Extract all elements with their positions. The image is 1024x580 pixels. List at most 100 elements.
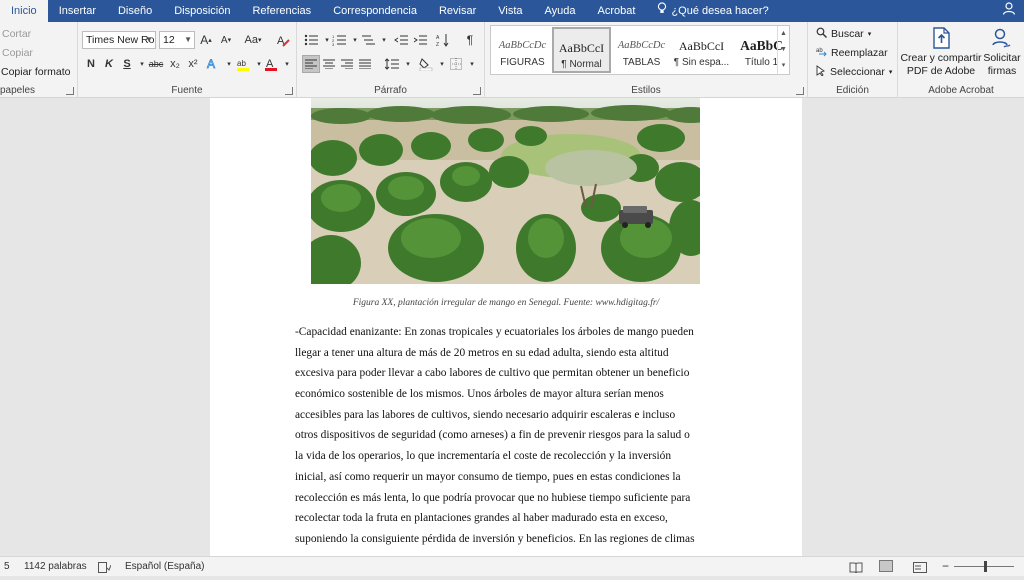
zoom-slider-thumb[interactable] bbox=[984, 561, 987, 572]
clear-formatting-icon[interactable]: A bbox=[274, 31, 292, 49]
ribbon-tab-bar: Inicio Insertar Diseño Disposición Refer… bbox=[0, 0, 1024, 22]
paragraph-line: suponiendo la consiguiente pérdida de in… bbox=[295, 532, 695, 545]
tab-ayuda[interactable]: Ayuda bbox=[534, 0, 587, 22]
grow-font-button[interactable]: A ▴ bbox=[197, 31, 215, 49]
select-label: Seleccionar bbox=[830, 66, 885, 78]
paragraph-line: recolección es más lenta, lo que podría … bbox=[295, 491, 691, 504]
style-figuras[interactable]: AaBbCcDc FIGURAS bbox=[493, 27, 552, 73]
tab-referencias[interactable]: Referencias bbox=[241, 0, 322, 22]
borders-dropdown[interactable]: ▾ bbox=[463, 55, 481, 73]
styles-gallery: AaBbCcDc FIGURAS AaBbCcI ¶ Normal AaBbCc… bbox=[490, 25, 790, 75]
styles-dialog-launcher[interactable] bbox=[796, 87, 804, 95]
paragraph-dialog-launcher[interactable] bbox=[473, 87, 481, 95]
acrobat-group: Crear y compartir PDF de Adobe Solicitar… bbox=[898, 22, 1024, 98]
more-styles-icon[interactable]: ▾ bbox=[778, 58, 789, 74]
line-spacing-dropdown[interactable]: ▾ bbox=[399, 55, 417, 73]
subscript-button[interactable]: x₂ bbox=[166, 55, 184, 73]
replace-button[interactable]: ab Reemplazar bbox=[816, 46, 888, 60]
tab-acrobat[interactable]: Acrobat bbox=[587, 0, 647, 22]
svg-text:ab: ab bbox=[816, 48, 823, 54]
status-bar: 5 1142 palabras Español (España) − bbox=[0, 556, 1024, 576]
acrobat-group-label: Adobe Acrobat bbox=[928, 85, 994, 96]
style-normal[interactable]: AaBbCcI ¶ Normal bbox=[552, 27, 611, 73]
style-tablas[interactable]: AaBbCcDc TABLAS bbox=[612, 27, 671, 73]
print-layout-icon[interactable] bbox=[879, 560, 893, 572]
tab-insertar[interactable]: Insertar bbox=[48, 0, 107, 22]
align-center-icon[interactable] bbox=[320, 55, 338, 73]
page-indicator[interactable]: 5 bbox=[4, 557, 10, 576]
create-pdf-label-2: PDF de Adobe bbox=[906, 65, 976, 77]
request-signatures-label-2: firmas bbox=[987, 65, 1017, 77]
scroll-up-icon[interactable]: ▲ bbox=[778, 26, 789, 42]
font-group: Times New Ro ▼ 12 ▼ A ▴ A ▾ Aa ▾ A N K S ▾ … bbox=[78, 22, 297, 98]
paragraph-group-label: Párrafo bbox=[374, 85, 407, 96]
styles-gallery-scroll[interactable]: ▲ ▼ ▾ bbox=[777, 26, 789, 74]
svg-text:3: 3 bbox=[332, 42, 335, 46]
editing-group: Buscar ▾ ab Reemplazar Seleccionar ▾ Edi… bbox=[808, 22, 898, 98]
chevron-down-icon: ▼ bbox=[145, 35, 153, 44]
style-preview: AaBbCcDc bbox=[498, 40, 547, 51]
style-name: TABLAS bbox=[622, 57, 661, 68]
document-area[interactable]: Figura XX, plantación irregular de mango… bbox=[0, 98, 1024, 556]
mango-plantation-photo[interactable] bbox=[311, 98, 700, 284]
zoom-out-button[interactable]: − bbox=[942, 557, 949, 576]
lightbulb-icon bbox=[657, 0, 667, 22]
paragraph-line: inicial, así como requerir un mayor cons… bbox=[295, 470, 681, 483]
replace-label: Reemplazar bbox=[831, 47, 888, 59]
svg-text:A: A bbox=[207, 57, 215, 71]
shrink-font-button[interactable]: A ▾ bbox=[217, 31, 235, 49]
user-icon[interactable] bbox=[1002, 0, 1016, 22]
decrease-indent-icon[interactable] bbox=[392, 31, 410, 49]
word-count[interactable]: 1142 palabras bbox=[24, 557, 87, 576]
font-name-combo[interactable]: Times New Ro ▼ bbox=[82, 31, 156, 49]
justify-icon[interactable] bbox=[356, 55, 374, 73]
request-signatures-button[interactable]: Solicitar firmas bbox=[982, 26, 1022, 78]
align-left-icon[interactable] bbox=[302, 55, 320, 73]
paragraph-group: ▾ 123 ▾ ▾ AZ ¶ ▾ ▾ ▾ Párrafo bbox=[297, 22, 485, 98]
increase-indent-icon[interactable] bbox=[411, 31, 429, 49]
read-mode-icon[interactable] bbox=[849, 561, 863, 580]
scroll-down-icon[interactable]: ▼ bbox=[778, 42, 789, 58]
italic-button[interactable]: K bbox=[100, 55, 118, 73]
tab-correspondencia[interactable]: Correspondencia bbox=[322, 0, 428, 22]
style-name: FIGURAS bbox=[500, 57, 545, 68]
multilevel-list-dropdown[interactable]: ▾ bbox=[375, 31, 393, 49]
tab-vista[interactable]: Vista bbox=[487, 0, 533, 22]
tab-inicio[interactable]: Inicio bbox=[0, 0, 48, 22]
create-pdf-label-1: Crear y compartir bbox=[900, 52, 982, 64]
font-dialog-launcher[interactable] bbox=[285, 87, 293, 95]
clipboard-dialog-launcher[interactable] bbox=[66, 87, 74, 95]
chevron-down-icon: ▾ bbox=[867, 31, 872, 38]
proofing-icon[interactable] bbox=[98, 561, 112, 580]
web-layout-icon[interactable] bbox=[913, 561, 927, 580]
style-sin-espaciado[interactable]: AaBbCcI ¶ Sin espa... bbox=[672, 27, 731, 73]
chevron-down-icon: ▾ bbox=[888, 69, 893, 76]
create-pdf-button[interactable]: Crear y compartir PDF de Adobe bbox=[900, 26, 982, 78]
font-size-value: 12 bbox=[163, 34, 175, 46]
copy-button[interactable]: Copiar bbox=[2, 47, 33, 59]
bold-button[interactable]: N bbox=[82, 55, 100, 73]
change-case-button[interactable]: Aa ▾ bbox=[240, 31, 266, 49]
document-page[interactable]: Figura XX, plantación irregular de mango… bbox=[210, 98, 802, 556]
strikethrough-button[interactable]: abc bbox=[147, 55, 165, 73]
superscript-button[interactable]: x² bbox=[184, 55, 202, 73]
svg-text:Z: Z bbox=[436, 42, 439, 47]
sort-icon[interactable]: AZ bbox=[434, 31, 452, 49]
tab-revisar[interactable]: Revisar bbox=[428, 0, 487, 22]
style-name: ¶ Normal bbox=[561, 59, 602, 70]
grow-font-label: A bbox=[200, 33, 209, 47]
cut-button[interactable]: Cortar bbox=[2, 28, 31, 40]
tab-diseno[interactable]: Diseño bbox=[107, 0, 163, 22]
tab-disposicion[interactable]: Disposición bbox=[163, 0, 241, 22]
language-indicator[interactable]: Español (España) bbox=[125, 557, 205, 576]
pilcrow-icon[interactable]: ¶ bbox=[461, 31, 479, 49]
select-button[interactable]: Seleccionar ▾ bbox=[816, 65, 892, 79]
body-paragraph[interactable]: -Capacidad enanizante: En zonas tropical… bbox=[295, 322, 720, 550]
find-button[interactable]: Buscar ▾ bbox=[816, 27, 871, 41]
format-painter-button[interactable]: Copiar formato bbox=[1, 66, 70, 78]
font-color-dropdown[interactable]: ▾ bbox=[278, 55, 296, 73]
font-size-combo[interactable]: 12 ▼ bbox=[159, 31, 195, 49]
align-right-icon[interactable] bbox=[338, 55, 356, 73]
style-preview: AaBbCcDc bbox=[617, 40, 666, 51]
tell-me-search[interactable]: ¿Qué desea hacer? bbox=[646, 0, 779, 22]
